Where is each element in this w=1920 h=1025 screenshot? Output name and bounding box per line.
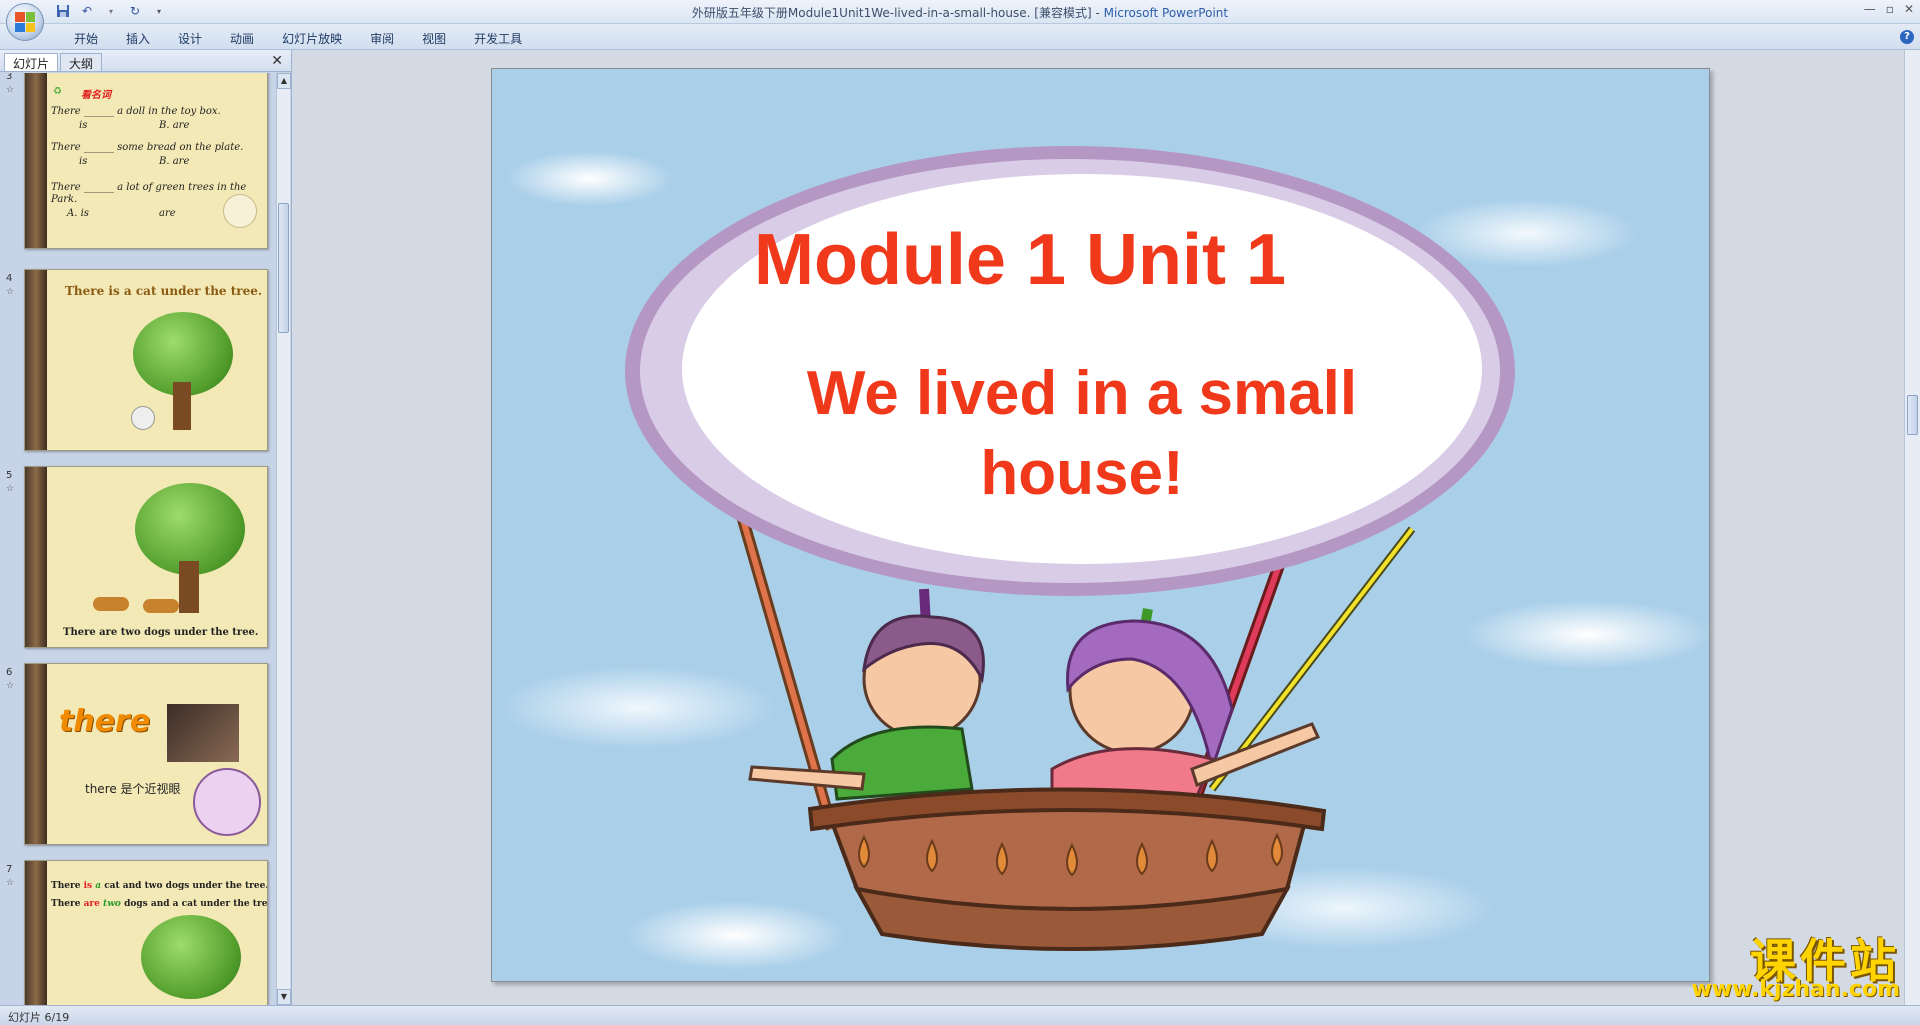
thumb-line: There are two dogs and a cat under the t…: [51, 899, 268, 909]
slide-thumbnail[interactable]: there there 是个近视眼: [24, 663, 268, 845]
scroll-thumb[interactable]: [278, 203, 289, 333]
thumb-line: is: [79, 120, 88, 131]
site-watermark: 课件站 www.kjzhan.com: [1660, 925, 1900, 1005]
thumb-line: is: [79, 156, 88, 167]
slide-number: 4: [6, 273, 13, 284]
tab-slideshow[interactable]: 幻灯片放映: [268, 30, 356, 47]
status-bar: 幻灯片 6/19: [0, 1005, 1920, 1025]
ribbon-tabs: 开始 插入 设计 动画 幻灯片放映 审阅 视图 开发工具: [60, 30, 536, 47]
thumbnail-scrollbar[interactable]: ▲ ▼: [276, 73, 291, 1005]
sad-face-icon: [193, 768, 261, 836]
tab-slides[interactable]: 幻灯片: [4, 53, 59, 71]
thumb-line: A. is: [67, 208, 89, 219]
thumb-caption: There are two dogs under the tree.: [63, 627, 259, 638]
slide-number: 3: [6, 73, 13, 82]
thumb-caption: There is a cat under the tree.: [65, 284, 263, 298]
decorative-strip: [25, 861, 47, 1005]
pane-close-icon[interactable]: ✕: [271, 53, 283, 69]
tab-view[interactable]: 视图: [408, 30, 460, 47]
thumbnail-list: 3 ☆ ♻ 看名词 There ______ a doll in the toy…: [0, 73, 276, 1005]
slide-thumbnail[interactable]: ♻ 看名词 There ______ a doll in the toy box…: [24, 73, 268, 249]
transition-icon: ☆: [6, 85, 15, 95]
tab-developer[interactable]: 开发工具: [460, 30, 536, 47]
tab-animation[interactable]: 动画: [216, 30, 268, 47]
office-button[interactable]: [6, 3, 44, 41]
close-icon[interactable]: ✕: [1904, 2, 1914, 16]
slide-number: 6: [6, 667, 13, 678]
scroll-down-icon[interactable]: ▼: [277, 989, 291, 1005]
thumb-line: are: [159, 208, 176, 219]
transition-icon: ☆: [6, 287, 15, 297]
decorative-strip: [25, 73, 47, 248]
cat-icon: [131, 406, 155, 430]
current-slide[interactable]: Module 1 Unit 1 We lived in a small hous…: [491, 68, 1710, 982]
app-name: Microsoft PowerPoint: [1103, 6, 1229, 20]
thumb-line: Park.: [51, 194, 78, 205]
transition-icon: ☆: [6, 681, 15, 691]
thumb-line: B. are: [159, 120, 190, 131]
tab-outline[interactable]: 大纲: [60, 53, 103, 71]
dog-icon: [143, 599, 179, 613]
slides-pane: 幻灯片 大纲 ✕ 3 ☆ ♻ 看名词 There ______ a doll i…: [0, 50, 292, 1005]
thumb-line: B. are: [159, 156, 190, 167]
title-bar: ↶ ▾ ↻ ▾ 外研版五年级下册Module1Unit1We-lived-in-…: [0, 0, 1920, 41]
recycle-icon: ♻: [53, 86, 62, 97]
document-title: 外研版五年级下册Module1Unit1We-lived-in-a-small-…: [691, 6, 1104, 20]
slide-editor: Module 1 Unit 1 We lived in a small hous…: [292, 50, 1904, 1005]
thumb-line: There ______ a lot of green trees in the: [51, 182, 247, 193]
office-logo-icon: [15, 12, 35, 32]
scroll-up-icon[interactable]: ▲: [277, 73, 291, 89]
slide-subtitle[interactable]: We lived in a small house!: [732, 354, 1432, 514]
pane-tabs: 幻灯片 大纲 ✕: [0, 50, 291, 72]
sheep-icon: [223, 194, 257, 228]
scroll-thumb[interactable]: [1907, 395, 1918, 435]
tab-design[interactable]: 设计: [164, 30, 216, 47]
watermark-url: www.kjzhan.com: [1691, 977, 1900, 1002]
window-controls: — ▫ ✕: [1864, 2, 1914, 16]
slide-number: 5: [6, 470, 13, 481]
tab-insert[interactable]: 插入: [112, 30, 164, 47]
decorative-strip: [25, 467, 47, 647]
slide-thumbnail[interactable]: There are two dogs under the tree.: [24, 466, 268, 648]
slide-thumbnail[interactable]: There is a cat and two dogs under the tr…: [24, 860, 268, 1005]
thumb-caption: there 是个近视眼: [85, 782, 181, 796]
decorative-strip: [25, 664, 47, 844]
thumb-line: There ______ a doll in the toy box.: [51, 106, 221, 117]
editor-scrollbar[interactable]: [1904, 50, 1920, 1005]
help-icon[interactable]: ?: [1900, 30, 1914, 44]
tab-home[interactable]: 开始: [60, 30, 112, 47]
thumb-line: There is a cat and two dogs under the tr…: [51, 881, 268, 891]
decorative-strip: [25, 270, 47, 450]
dog-icon: [93, 597, 129, 611]
tab-review[interactable]: 审阅: [356, 30, 408, 47]
slide-thumbnail[interactable]: There is a cat under the tree.: [24, 269, 268, 451]
maximize-icon[interactable]: ▫: [1886, 2, 1894, 16]
ribbon: 开始 插入 设计 动画 幻灯片放映 审阅 视图 开发工具 ?: [0, 24, 1920, 50]
slide-title[interactable]: Module 1 Unit 1: [754, 219, 1454, 301]
child-photo: [167, 704, 239, 762]
balloon-illustration: [625, 146, 1515, 951]
slide-counter: 幻灯片 6/19: [8, 1011, 70, 1024]
transition-icon: ☆: [6, 484, 15, 494]
slide-number: 7: [6, 864, 13, 875]
thumb-line: There ______ some bread on the plate.: [51, 142, 244, 153]
big-word: there: [59, 704, 151, 739]
thumb-heading: 看名词: [81, 90, 111, 101]
minimize-icon[interactable]: —: [1864, 2, 1876, 16]
transition-icon: ☆: [6, 878, 15, 888]
window-title: 外研版五年级下册Module1Unit1We-lived-in-a-small-…: [0, 4, 1920, 21]
tree-icon: [135, 483, 245, 613]
tree-icon: [141, 915, 241, 1005]
